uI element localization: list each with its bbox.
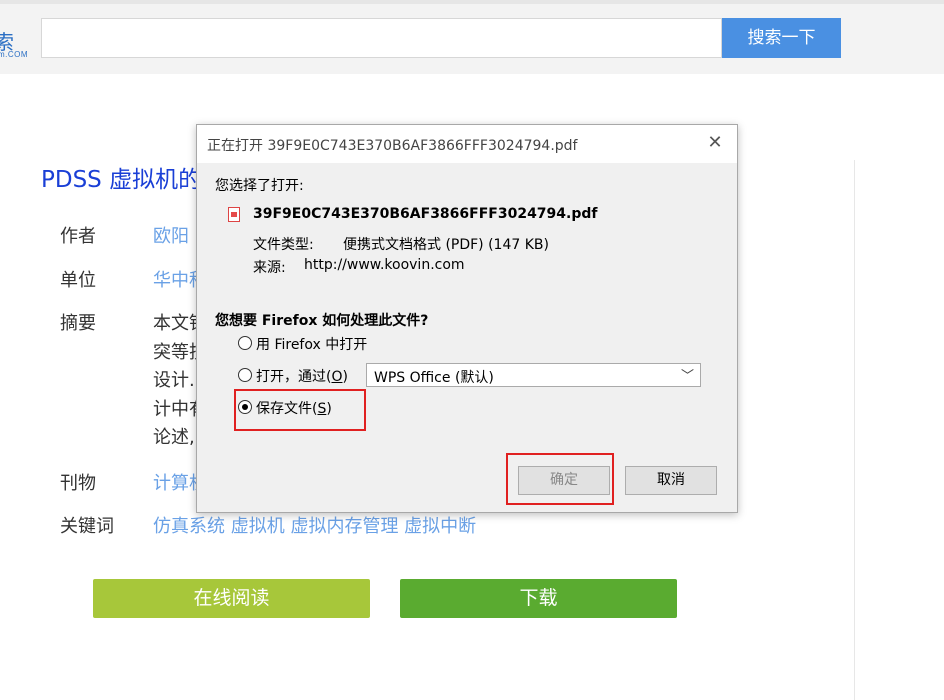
source-value: http://www.koovin.com xyxy=(304,257,465,273)
chosen-label: 您选择了打开: xyxy=(215,178,304,194)
open-with-suffix: ) xyxy=(342,369,348,385)
keywords-label: 关键词 xyxy=(60,516,114,537)
open-with-prefix: 打开，通过( xyxy=(256,369,332,385)
open-with-app-value: WPS Office (默认) xyxy=(374,370,494,386)
journal-label: 刊物 xyxy=(60,473,96,494)
open-with-radio[interactable] xyxy=(238,368,252,382)
search-button[interactable]: 搜索一下 xyxy=(722,18,841,58)
unit-label: 单位 xyxy=(60,270,96,291)
site-logo[interactable]: 索 m.COM xyxy=(0,26,30,62)
pdf-file-icon xyxy=(228,207,240,222)
action-question: 您想要 Firefox 如何处理此文件? xyxy=(215,313,429,329)
abstract-label: 摘要 xyxy=(60,313,96,334)
cancel-button[interactable]: 取消 xyxy=(625,466,717,495)
abstract-line: 设计. xyxy=(153,370,195,391)
source-label: 来源: xyxy=(253,260,286,276)
file-type-label: 文件类型: xyxy=(253,237,314,253)
file-type-value: 便携式文档格式 (PDF) (147 KB) xyxy=(343,237,549,253)
dialog-titlebar[interactable]: 正在打开 39F9E0C743E370B6AF3866FFF3024794.pd… xyxy=(197,125,737,163)
content-divider xyxy=(854,160,855,700)
open-in-firefox-label[interactable]: 用 Firefox 中打开 xyxy=(256,334,367,354)
open-in-firefox-radio[interactable] xyxy=(238,336,252,350)
abstract-line: 论述, xyxy=(153,427,195,448)
dialog-title: 正在打开 39F9E0C743E370B6AF3866FFF3024794.pd… xyxy=(207,138,578,154)
file-name: 39F9E0C743E370B6AF3866FFF3024794.pdf xyxy=(253,206,598,222)
author-link[interactable]: 欧阳 xyxy=(153,222,189,248)
paper-title[interactable]: PDSS 虚拟机的 xyxy=(41,160,201,194)
close-icon[interactable]: ✕ xyxy=(705,133,725,153)
search-input[interactable] xyxy=(41,18,722,58)
keywords-links[interactable]: 仿真系统 虚拟机 虚拟内存管理 虚拟中断 xyxy=(153,512,476,538)
open-with-label[interactable]: 打开，通过(O) xyxy=(256,366,348,386)
chevron-down-icon: ﹀ xyxy=(680,369,694,384)
open-file-dialog: 正在打开 39F9E0C743E370B6AF3866FFF3024794.pd… xyxy=(196,124,738,513)
read-online-button[interactable]: 在线阅读 xyxy=(93,579,370,618)
open-with-app-select[interactable]: WPS Office (默认) ﹀ xyxy=(366,363,701,387)
logo-subtext: m.COM xyxy=(0,50,29,59)
download-button[interactable]: 下载 xyxy=(400,579,677,618)
save-option-highlight xyxy=(234,389,366,431)
open-with-accesskey: O xyxy=(331,369,343,385)
author-label: 作者 xyxy=(60,226,96,247)
ok-button-highlight xyxy=(506,453,614,505)
